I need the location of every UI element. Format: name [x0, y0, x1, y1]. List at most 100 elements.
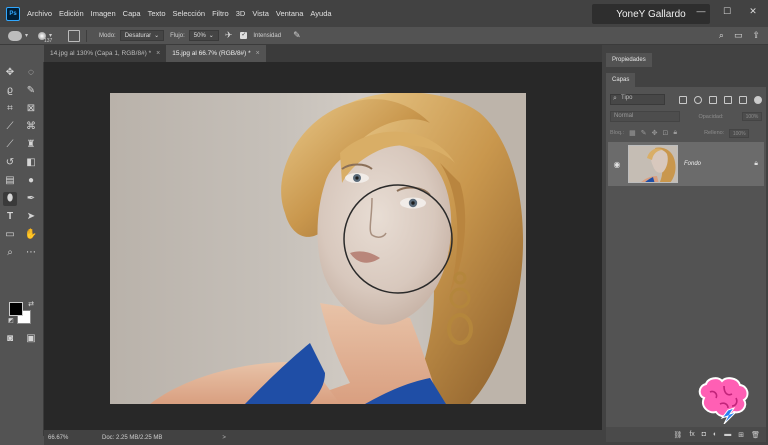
- delete-layer-icon[interactable]: 🗑︎: [751, 431, 760, 439]
- adjustment-layer-icon[interactable]: ◐: [713, 431, 717, 438]
- lock-icon[interactable]: 🔒︎: [754, 160, 758, 168]
- blur-icon[interactable]: ●: [24, 174, 38, 188]
- path-select-icon[interactable]: ➤: [24, 210, 38, 224]
- layer-row[interactable]: ◉ Fondo 🔒︎: [608, 142, 764, 186]
- chevron-down-icon: ⌄: [154, 33, 160, 39]
- menu-filtro[interactable]: Filtro: [212, 9, 229, 18]
- opacity-input[interactable]: 100%: [741, 112, 762, 121]
- close-window-button[interactable]: ✕: [746, 5, 760, 17]
- vibrance-label: Intensidad: [253, 32, 282, 39]
- user-name-badge: YoneY Gallardo: [592, 4, 710, 24]
- menu-archivo[interactable]: Archivo: [27, 9, 52, 18]
- close-icon[interactable]: ×: [156, 50, 160, 57]
- lock-artboard-icon[interactable]: ⊡: [662, 129, 668, 137]
- lock-all-icon[interactable]: 🔒︎: [673, 129, 677, 137]
- gradient-icon[interactable]: ▤: [3, 174, 17, 188]
- type-icon[interactable]: T: [3, 210, 17, 224]
- filter-toggle-icon[interactable]: [754, 95, 762, 104]
- lock-paint-icon[interactable]: ✎: [641, 129, 647, 137]
- close-icon[interactable]: ×: [256, 50, 260, 57]
- mode-label: Modo:: [99, 32, 116, 39]
- filter-pixel-icon[interactable]: [679, 95, 687, 104]
- fill-input[interactable]: 100%: [729, 128, 750, 138]
- filter-shape-icon[interactable]: [724, 95, 732, 104]
- mode-select[interactable]: Desaturar ⌄: [119, 30, 165, 41]
- filter-adjustment-icon[interactable]: [694, 95, 702, 104]
- brush-icon[interactable]: ⟋: [3, 138, 17, 152]
- zoom-icon[interactable]: ⌕: [3, 246, 17, 260]
- lasso-icon[interactable]: ϱ: [3, 84, 17, 98]
- swap-colors-icon[interactable]: ⇄: [24, 298, 38, 312]
- window-controls: — ☐ ✕: [694, 5, 760, 17]
- flow-label: Flujo:: [170, 32, 185, 39]
- new-group-icon[interactable]: ▬: [724, 431, 731, 438]
- sponge-icon[interactable]: ⬮: [3, 192, 17, 206]
- sponge-tool-preset-icon[interactable]: [8, 30, 22, 41]
- tab-14-jpg[interactable]: 14.jpg al 130% (Capa 1, RGB/8#) * ×: [44, 45, 166, 62]
- menu-3d[interactable]: 3D: [236, 9, 246, 18]
- quick-select-icon[interactable]: ✎: [24, 84, 38, 98]
- lock-transparent-icon[interactable]: ▦: [629, 129, 636, 137]
- tab-properties[interactable]: Propiedades: [606, 53, 652, 67]
- menu-imagen[interactable]: Imagen: [91, 9, 116, 18]
- history-brush-icon[interactable]: ↺: [3, 156, 17, 170]
- chevron-down-icon[interactable]: ▾: [25, 32, 28, 39]
- spot-heal-icon[interactable]: ⌘: [24, 120, 38, 134]
- portrait-photo: [150, 93, 526, 404]
- menu-ventana[interactable]: Ventana: [276, 9, 304, 18]
- brain-logo-icon: [698, 377, 749, 425]
- screen-mode-icon[interactable]: ▣: [24, 332, 38, 346]
- document-image[interactable]: [110, 93, 526, 404]
- canvas-area[interactable]: [44, 62, 602, 430]
- fx-icon[interactable]: fx: [689, 431, 694, 438]
- layer-name[interactable]: Fondo: [684, 161, 701, 167]
- lock-move-icon[interactable]: ✥: [652, 129, 658, 137]
- eraser-icon[interactable]: ◧: [24, 156, 38, 170]
- eyedropper-icon[interactable]: ⟋: [3, 120, 17, 134]
- move-icon[interactable]: ✥: [3, 66, 17, 80]
- default-colors-icon[interactable]: ◩: [4, 314, 18, 328]
- properties-header: Propiedades: [606, 53, 768, 67]
- pressure-icon[interactable]: ✎: [293, 30, 301, 41]
- crop-icon[interactable]: ⌗: [3, 102, 17, 116]
- layer-filter-row: ⌕ Tipo: [610, 94, 762, 105]
- search-icon[interactable]: ⌕: [719, 30, 724, 41]
- airbrush-icon[interactable]: ✈: [225, 30, 233, 41]
- menu-capa[interactable]: Capa: [123, 9, 141, 18]
- rectangle-icon[interactable]: ▭: [3, 228, 17, 242]
- link-layers-icon[interactable]: ⛓: [673, 431, 682, 439]
- flow-input[interactable]: 50% ⌄: [188, 30, 219, 41]
- share-icon[interactable]: ⇪: [752, 30, 760, 41]
- menu-ayuda[interactable]: Ayuda: [310, 9, 331, 18]
- tab-layers[interactable]: Capas: [606, 73, 636, 87]
- filter-smart-object-icon[interactable]: [739, 95, 747, 104]
- workspace-icon[interactable]: ▭: [734, 30, 743, 41]
- blend-row: Normal Opacidad: 100%: [610, 111, 762, 122]
- layer-filter-select[interactable]: ⌕ Tipo: [610, 94, 665, 105]
- vibrance-checkbox[interactable]: ✓: [240, 32, 248, 39]
- menu-seleccion[interactable]: Selección: [173, 9, 206, 18]
- marquee-icon[interactable]: ◌: [24, 66, 38, 80]
- quick-mask-icon[interactable]: ◙: [3, 332, 17, 346]
- blend-mode-select[interactable]: Normal: [610, 111, 680, 122]
- brush-settings-icon[interactable]: [68, 29, 81, 42]
- eye-icon[interactable]: ◉: [610, 160, 624, 169]
- hand-icon[interactable]: ✋: [24, 228, 38, 242]
- menu-edicion[interactable]: Edición: [59, 9, 84, 18]
- status-menu-arrow[interactable]: >: [222, 435, 226, 441]
- new-layer-icon[interactable]: ⊞: [738, 431, 744, 439]
- menu-texto[interactable]: Texto: [148, 9, 166, 18]
- stamp-icon[interactable]: ♜: [24, 138, 38, 152]
- zoom-level[interactable]: 66.67%: [48, 435, 98, 441]
- brain-logo: [694, 376, 752, 425]
- minimize-button[interactable]: —: [694, 5, 708, 17]
- more-icon[interactable]: ⋯: [24, 246, 38, 260]
- frame-icon[interactable]: ⊠: [24, 102, 38, 116]
- tab-15-jpg[interactable]: 15.jpg al 66.7% (RGB/8#) * ×: [166, 45, 266, 62]
- maximize-button[interactable]: ☐: [720, 5, 734, 17]
- add-mask-icon[interactable]: ◘: [702, 431, 706, 438]
- filter-type-icon[interactable]: [709, 95, 717, 104]
- layers-footer: ⛓ fx ◘ ◐ ▬ ⊞ 🗑︎: [606, 427, 766, 442]
- menu-vista[interactable]: Vista: [252, 9, 269, 18]
- pen-icon[interactable]: ✒: [24, 192, 38, 206]
